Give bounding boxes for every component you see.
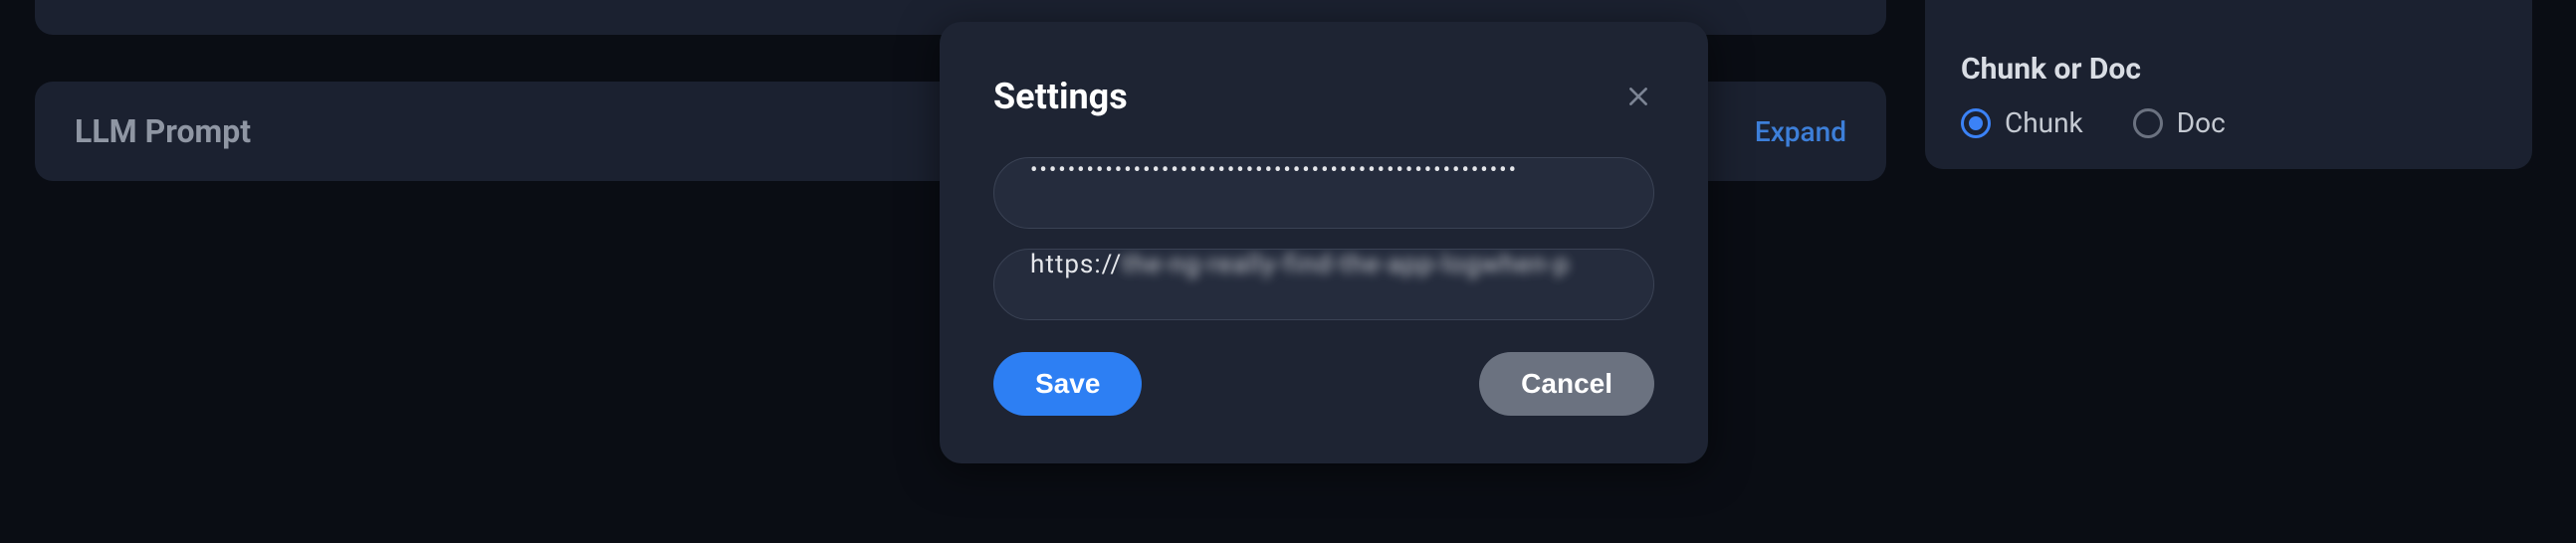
expand-link[interactable]: Expand	[1755, 115, 1846, 148]
save-button[interactable]: Save	[993, 352, 1142, 416]
llm-prompt-title: LLM Prompt	[75, 112, 251, 150]
url-blurred-part: the-ng-really-find-the-app-logwhen-p	[1122, 250, 1570, 279]
api-key-field[interactable]: ••••••••••••••••••••••••••••••••••••••••…	[993, 157, 1654, 229]
radio-doc-label: Doc	[2177, 106, 2226, 139]
url-prefix: https://	[1030, 250, 1122, 279]
radio-icon	[2133, 108, 2163, 138]
url-field[interactable]: https://the-ng-really-find-the-app-logwh…	[993, 249, 1654, 320]
radio-doc[interactable]: Doc	[2133, 106, 2226, 139]
radio-chunk[interactable]: Chunk	[1961, 106, 2083, 139]
chunk-or-doc-card: Chunk or Doc Chunk Doc	[1925, 0, 2532, 169]
close-icon[interactable]	[1622, 81, 1654, 112]
cancel-button[interactable]: Cancel	[1479, 352, 1654, 416]
modal-actions: Save Cancel	[993, 352, 1654, 416]
chunk-or-doc-heading: Chunk or Doc	[1961, 52, 2496, 87]
radio-chunk-label: Chunk	[2005, 106, 2083, 139]
modal-header: Settings	[993, 76, 1654, 117]
radio-icon	[1961, 108, 1991, 138]
chunk-or-doc-radio-group: Chunk Doc	[1961, 106, 2496, 139]
settings-modal: Settings •••••••••••••••••••••••••••••••…	[940, 22, 1708, 463]
modal-title: Settings	[993, 76, 1128, 117]
